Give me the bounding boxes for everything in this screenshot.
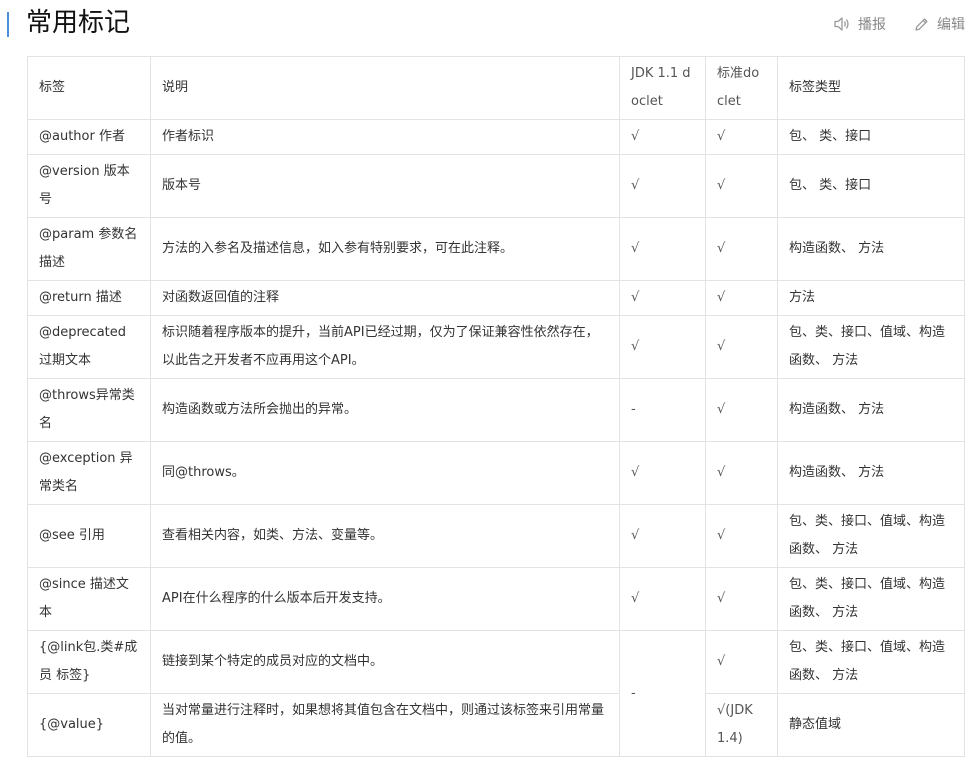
- table-header-row: 标签 说明 JDK 1.1 doclet 标准doclet 标签类型: [27, 56, 965, 120]
- column-header-tag: 标签: [27, 56, 151, 120]
- cell-jdk11: √: [619, 217, 706, 281]
- cell-tag: @version 版本号: [27, 154, 151, 218]
- column-header-jdk11-doclet: JDK 1.1 doclet: [619, 56, 706, 120]
- cell-description: API在什么程序的什么版本后开发支持。: [150, 567, 620, 631]
- table-row: @exception 异常类名 同@throws。 √ √ 构造函数、 方法: [27, 441, 965, 505]
- pencil-icon: [915, 17, 928, 31]
- cell-standard: √: [705, 315, 778, 379]
- cell-jdk11: √: [619, 567, 706, 631]
- cell-jdk11: √: [619, 504, 706, 568]
- cell-tag: @deprecated 过期文本: [27, 315, 151, 379]
- cell-jdk11: √: [619, 154, 706, 218]
- cell-tag-type: 构造函数、 方法: [777, 441, 965, 505]
- column-header-tag-type: 标签类型: [777, 56, 965, 120]
- table-row: @see 引用 查看相关内容，如类、方法、变量等。 √ √ 包、类、接口、值域、…: [27, 504, 965, 568]
- cell-tag: @see 引用: [27, 504, 151, 568]
- cell-description: 标识随着程序版本的提升，当前API已经过期，仅为了保证兼容性依然存在，以此告之开…: [150, 315, 620, 379]
- table-row: {@link包.类#成员 标签} 链接到某个特定的成员对应的文档中。 - √ 包…: [27, 630, 965, 757]
- column-header-description: 说明: [150, 56, 620, 120]
- cell-standard: √: [705, 441, 778, 505]
- cell-description: 版本号: [150, 154, 620, 218]
- page-header: 常用标记 播报 编辑: [0, 0, 977, 48]
- cell-description: 同@throws。: [150, 441, 620, 505]
- cell-jdk11: √: [619, 280, 706, 316]
- cell-standard: √: [705, 378, 778, 442]
- cell-tag: @since 描述文本: [27, 567, 151, 631]
- cell-description: 构造函数或方法所会抛出的异常。: [150, 378, 620, 442]
- tags-table: 标签 说明 JDK 1.1 doclet 标准doclet 标签类型 @auth…: [27, 56, 965, 757]
- cell-tag: @return 描述: [27, 280, 151, 316]
- cell-tag: @throws异常类名: [27, 378, 151, 442]
- cell-jdk11: √: [619, 315, 706, 379]
- cell-standard: √: [705, 154, 778, 218]
- edit-button[interactable]: 编辑: [913, 14, 965, 34]
- cell-standard: √(JDK 1.4): [705, 693, 778, 757]
- page-title: 常用标记: [26, 8, 131, 38]
- cell-jdk11: √: [619, 119, 706, 155]
- edit-label: 编辑: [937, 17, 965, 33]
- cell-jdk11: √: [619, 441, 706, 505]
- cell-standard: √: [705, 217, 778, 281]
- cell-description: 方法的入参名及描述信息，如入参有特别要求，可在此注释。: [150, 217, 620, 281]
- cell-tag-type: 包、类、接口、值域、构造函数、 方法: [777, 567, 965, 631]
- header-actions: 播报 编辑: [833, 14, 965, 34]
- cell-tag-type: 包、 类、接口: [777, 119, 965, 155]
- cell-tag-type: 构造函数、 方法: [777, 217, 965, 281]
- cell-description: 链接到某个特定的成员对应的文档中。: [150, 630, 620, 694]
- cell-description: 当对常量进行注释时，如果想将其值包含在文档中，则通过该标签来引用常量的值。: [150, 693, 620, 757]
- table-row: @param 参数名 描述 方法的入参名及描述信息，如入参有特别要求，可在此注释…: [27, 217, 965, 281]
- cell-standard: √: [705, 567, 778, 631]
- cell-tag-type: 包、 类、接口: [777, 154, 965, 218]
- cell-tag: {@link包.类#成员 标签}: [27, 630, 151, 694]
- cell-jdk11: -: [619, 378, 706, 442]
- cell-tag-type: 包、类、接口、值域、构造函数、 方法: [777, 315, 965, 379]
- cell-tag: @author 作者: [27, 119, 151, 155]
- cell-tag-type: 包、类、接口、值域、构造函数、 方法: [777, 504, 965, 568]
- table-row: @version 版本号 版本号 √ √ 包、 类、接口: [27, 154, 965, 218]
- speaker-icon: [834, 17, 849, 31]
- table-row: @throws异常类名 构造函数或方法所会抛出的异常。 - √ 构造函数、 方法: [27, 378, 965, 442]
- table-row: @author 作者 作者标识 √ √ 包、 类、接口: [27, 119, 965, 155]
- cell-tag: @param 参数名 描述: [27, 217, 151, 281]
- cell-tag: {@value}: [27, 693, 151, 757]
- table-row: @since 描述文本 API在什么程序的什么版本后开发支持。 √ √ 包、类、…: [27, 567, 965, 631]
- column-header-standard-doclet: 标准doclet: [705, 56, 778, 120]
- cell-tag: @exception 异常类名: [27, 441, 151, 505]
- table-row: {@value} 当对常量进行注释时，如果想将其值包含在文档中，则通过该标签来引…: [27, 693, 965, 757]
- cell-tag-type: 包、类、接口、值域、构造函数、 方法: [777, 630, 965, 694]
- cell-standard: √: [705, 504, 778, 568]
- cell-tag-type: 构造函数、 方法: [777, 378, 965, 442]
- table-row: @deprecated 过期文本 标识随着程序版本的提升，当前API已经过期，仅…: [27, 315, 965, 379]
- broadcast-button[interactable]: 播报: [833, 14, 886, 34]
- table-row: @return 描述 对函数返回值的注释 √ √ 方法: [27, 280, 965, 316]
- title-accent-bar: [7, 12, 9, 37]
- cell-tag-type: 静态值域: [777, 693, 965, 757]
- cell-standard: √: [705, 630, 778, 694]
- cell-description: 对函数返回值的注释: [150, 280, 620, 316]
- cell-description: 作者标识: [150, 119, 620, 155]
- cell-jdk11: -: [619, 630, 706, 757]
- cell-standard: √: [705, 280, 778, 316]
- broadcast-label: 播报: [858, 17, 886, 33]
- cell-standard: √: [705, 119, 778, 155]
- cell-tag-type: 方法: [777, 280, 965, 316]
- cell-description: 查看相关内容，如类、方法、变量等。: [150, 504, 620, 568]
